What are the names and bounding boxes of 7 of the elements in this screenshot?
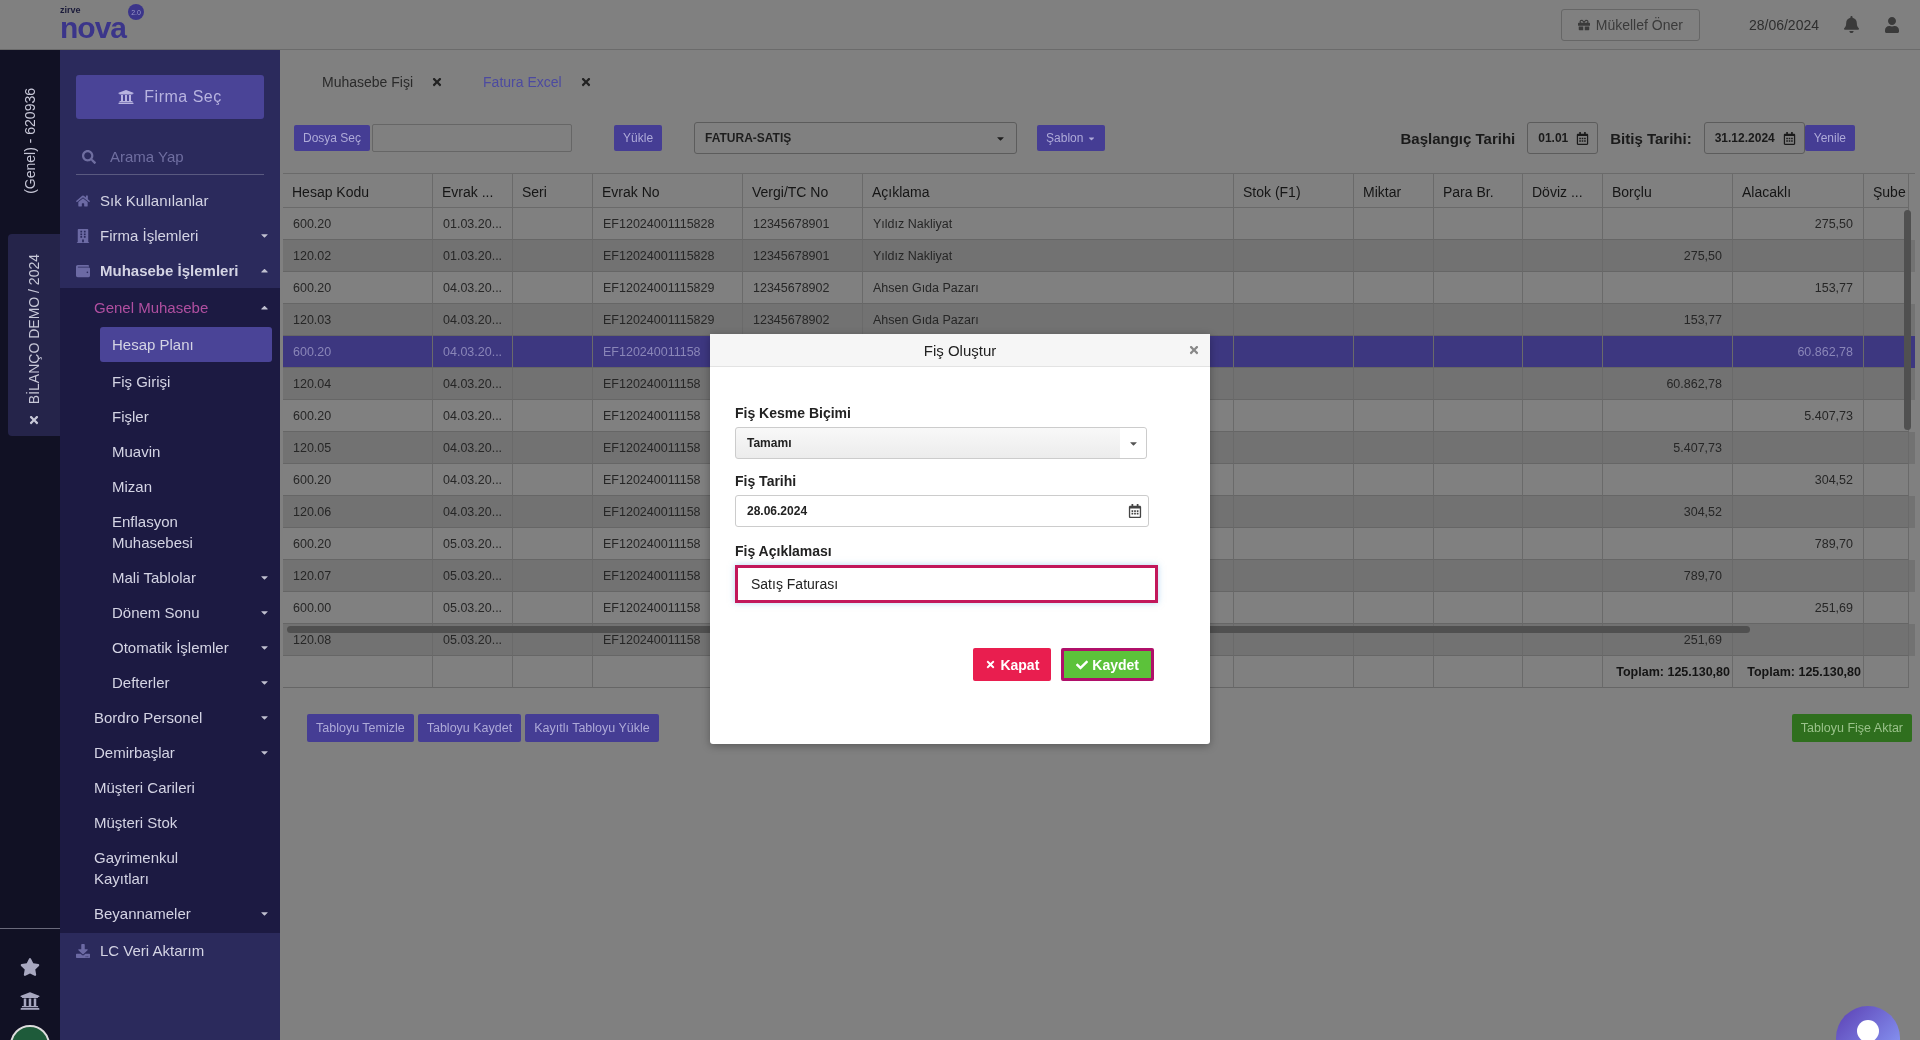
account-text: (Genel) - 620936: [22, 88, 38, 194]
end-date-label: Bitiş Tarihi:: [1610, 129, 1692, 147]
date-text: 28/06/2024: [1748, 16, 1819, 33]
total-cell: Toplam: 125.130,80: [1733, 656, 1864, 688]
total-cell: Toplam: 125.130,80: [1603, 656, 1733, 688]
start-date-label: Başlangıç Tarihi: [1400, 129, 1516, 147]
dialog-title: Fiş Oluştur: [923, 341, 997, 359]
